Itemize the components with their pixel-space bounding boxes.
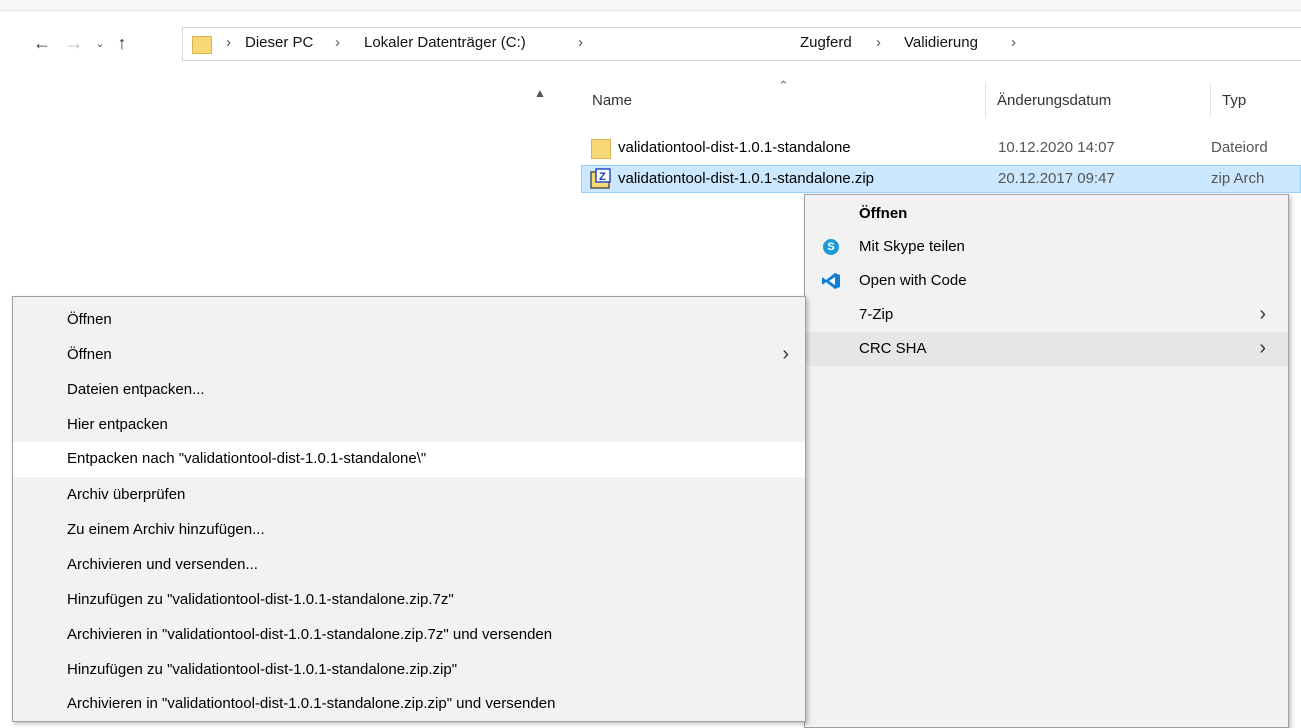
- file-type: Dateiord: [1211, 139, 1268, 156]
- menu-item-test-archive[interactable]: Archiv überprüfen: [13, 478, 805, 512]
- menu-item-label: Öffnen: [859, 205, 908, 222]
- breadcrumb-separator-icon: ›: [876, 34, 881, 51]
- menu-item-open-submenu[interactable]: Öffnen ›: [13, 338, 805, 372]
- menu-item-label: Archivieren in "validationtool-dist-1.0.…: [67, 695, 556, 712]
- menu-item-label: Hinzufügen zu "validationtool-dist-1.0.1…: [67, 661, 458, 678]
- column-divider[interactable]: [1210, 82, 1211, 118]
- file-date: 10.12.2020 14:07: [998, 139, 1115, 156]
- menu-item-add-to-archive[interactable]: Zu einem Archiv hinzufügen...: [13, 513, 805, 547]
- menu-item-label: Archivieren in "validationtool-dist-1.0.…: [67, 626, 553, 643]
- breadcrumb-separator-icon: ›: [335, 34, 340, 51]
- menu-item-label: Zu einem Archiv hinzufügen...: [67, 521, 265, 538]
- menu-item-label: CRC SHA: [859, 340, 927, 357]
- file-date: 20.12.2017 09:47: [998, 170, 1115, 187]
- menu-item-label: Mit Skype teilen: [859, 238, 965, 255]
- address-bar[interactable]: [182, 27, 1301, 61]
- menu-item-label: Archiv überprüfen: [67, 486, 186, 503]
- sort-ascending-icon: ⌃: [778, 78, 789, 93]
- scroll-up-arrow-icon[interactable]: ▲: [534, 86, 546, 100]
- breadcrumb-this-pc[interactable]: Dieser PC: [245, 34, 313, 51]
- svg-text:Z: Z: [599, 171, 606, 183]
- back-arrow-icon[interactable]: ←: [30, 31, 54, 55]
- file-name: validationtool-dist-1.0.1-standalone.zip: [618, 170, 874, 187]
- window-top-strip: [0, 0, 1301, 11]
- submenu-7zip: Öffnen Öffnen › Dateien entpacken... Hie…: [12, 296, 806, 722]
- menu-item-crc-sha[interactable]: CRC SHA ›: [805, 332, 1288, 366]
- menu-item-open[interactable]: Öffnen: [13, 303, 805, 337]
- recent-locations-chevron-icon[interactable]: ⌄: [88, 31, 112, 55]
- menu-item-label: Hier entpacken: [67, 416, 168, 433]
- menu-item-share-skype[interactable]: S Mit Skype teilen: [805, 230, 1288, 264]
- breadcrumb-separator-icon: ›: [578, 34, 583, 51]
- vscode-icon: [822, 273, 840, 289]
- menu-item-add-to-zip[interactable]: Hinzufügen zu "validationtool-dist-1.0.1…: [13, 653, 805, 687]
- forward-arrow-icon[interactable]: →: [62, 31, 86, 55]
- menu-item-extract-to-folder[interactable]: Entpacken nach "validationtool-dist-1.0.…: [13, 442, 805, 477]
- menu-item-label: Open with Code: [859, 272, 967, 289]
- menu-item-compress-zip-and-email[interactable]: Archivieren in "validationtool-dist-1.0.…: [13, 687, 805, 721]
- breadcrumb-separator-icon: ›: [1011, 34, 1016, 51]
- breadcrumb-validierung[interactable]: Validierung: [904, 34, 978, 51]
- file-name: validationtool-dist-1.0.1-standalone: [618, 139, 851, 156]
- file-row-selected[interactable]: Z validationtool-dist-1.0.1-standalone.z…: [581, 165, 1301, 193]
- menu-item-compress-7z-and-email[interactable]: Archivieren in "validationtool-dist-1.0.…: [13, 618, 805, 652]
- menu-item-open[interactable]: Öffnen: [805, 197, 1288, 231]
- menu-item-label: Archivieren und versenden...: [67, 556, 258, 573]
- context-menu: Öffnen S Mit Skype teilen Open with Code…: [804, 194, 1289, 728]
- submenu-chevron-icon: ›: [1259, 337, 1266, 359]
- menu-item-open-with-code[interactable]: Open with Code: [805, 264, 1288, 298]
- submenu-chevron-icon: ›: [1259, 303, 1266, 325]
- column-header-type[interactable]: Typ: [1222, 92, 1246, 109]
- file-type: zip Arch: [1211, 170, 1265, 187]
- menu-item-add-to-7z[interactable]: Hinzufügen zu "validationtool-dist-1.0.1…: [13, 583, 805, 617]
- breadcrumb-separator-icon: ›: [226, 34, 231, 51]
- menu-item-extract-files[interactable]: Dateien entpacken...: [13, 373, 805, 407]
- menu-item-label: Entpacken nach "validationtool-dist-1.0.…: [67, 450, 427, 467]
- menu-item-label: Öffnen: [67, 346, 112, 363]
- folder-icon: [591, 137, 611, 159]
- menu-item-7zip[interactable]: 7-Zip ›: [805, 298, 1288, 332]
- file-row[interactable]: validationtool-dist-1.0.1-standalone 10.…: [581, 134, 1301, 162]
- menu-item-extract-here[interactable]: Hier entpacken: [13, 408, 805, 442]
- column-divider[interactable]: [985, 82, 986, 118]
- column-header-name[interactable]: Name: [592, 92, 632, 109]
- menu-item-compress-and-email[interactable]: Archivieren und versenden...: [13, 548, 805, 582]
- breadcrumb-zugferd[interactable]: Zugferd: [800, 34, 852, 51]
- menu-item-label: Dateien entpacken...: [67, 381, 205, 398]
- breadcrumb-local-disk[interactable]: Lokaler Datenträger (C:): [364, 34, 526, 51]
- zip-archive-icon: Z: [590, 168, 611, 189]
- menu-item-label: Hinzufügen zu "validationtool-dist-1.0.1…: [67, 591, 454, 608]
- menu-item-label: 7-Zip: [859, 306, 894, 323]
- skype-icon: S: [823, 239, 839, 255]
- column-header-date[interactable]: Änderungsdatum: [997, 92, 1111, 109]
- submenu-chevron-icon: ›: [782, 343, 789, 365]
- up-arrow-icon[interactable]: ↑: [110, 31, 134, 55]
- menu-item-label: Öffnen: [67, 311, 112, 328]
- address-folder-icon: [192, 34, 212, 56]
